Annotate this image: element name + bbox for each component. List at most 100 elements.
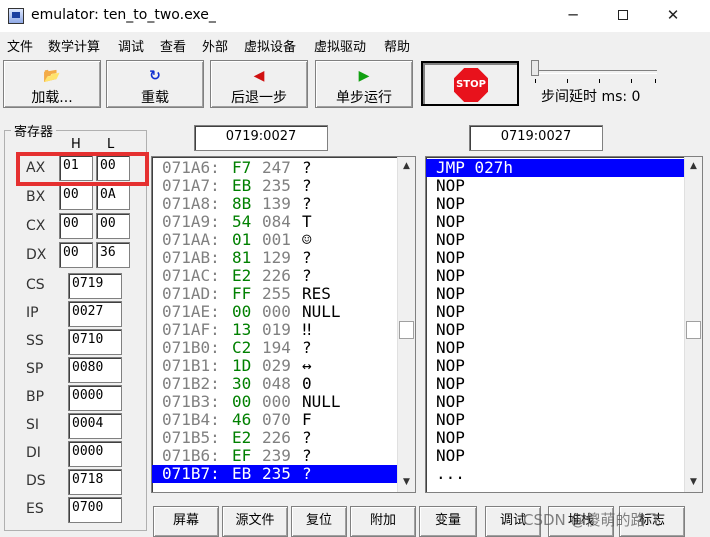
memory-row[interactable]: 071B4: 46 070 F: [152, 411, 398, 429]
disassembly-row[interactable]: NOP: [426, 393, 685, 411]
di-field[interactable]: 0000: [68, 441, 122, 467]
stop-button[interactable]: STOP: [421, 61, 519, 106]
disassembly-row[interactable]: NOP: [426, 321, 685, 339]
disassembly-row[interactable]: NOP: [426, 447, 685, 465]
dx-high-field[interactable]: 00: [59, 242, 93, 268]
memory-row[interactable]: 071B1: 1D 029 ↔: [152, 357, 398, 375]
load-button[interactable]: 📂 加载...: [3, 60, 101, 108]
disassembly-row[interactable]: NOP: [426, 177, 685, 195]
memory-address: 071B1:: [162, 356, 220, 375]
menu-file[interactable]: 文件: [7, 36, 33, 55]
emulator-app-icon: [8, 8, 24, 24]
single-step-button[interactable]: ▶ 单步运行: [315, 60, 413, 108]
maximize-button[interactable]: [600, 0, 646, 32]
memory-scrollbar[interactable]: ▲ ▼: [397, 157, 415, 492]
step-delay-slider-track[interactable]: [535, 70, 657, 74]
memory-row[interactable]: 071A6: F7 247?: [152, 159, 398, 177]
si-field[interactable]: 0004: [68, 413, 122, 439]
screen-button[interactable]: 屏幕: [153, 506, 219, 537]
bp-field[interactable]: 0000: [68, 385, 122, 411]
ds-field[interactable]: 0718: [68, 469, 122, 495]
menu-debug[interactable]: 调试: [118, 36, 144, 55]
disassembly-row[interactable]: NOP: [426, 357, 685, 375]
scroll-down-arrow-icon[interactable]: ▼: [398, 474, 415, 491]
memory-row[interactable]: 071B0: C2 194?: [152, 339, 398, 357]
memory-address: 071AC:: [162, 266, 220, 285]
cx-high-field[interactable]: 00: [59, 213, 93, 239]
memory-scroll-thumb[interactable]: [399, 321, 414, 339]
memory-row[interactable]: 071AB: 81 129?: [152, 249, 398, 267]
menu-virtual-devices[interactable]: 虚拟设备: [244, 36, 296, 55]
memory-row[interactable]: 071AA: 01 001 ☺: [152, 231, 398, 249]
memory-address: 071A9:: [162, 212, 220, 231]
menu-virtual-drivers[interactable]: 虚拟驱动: [314, 36, 366, 55]
memory-address: 071A7:: [162, 176, 220, 195]
memory-decimal-value: 139: [262, 194, 291, 213]
disassembly-row[interactable]: NOP: [426, 195, 685, 213]
disassembly-row[interactable]: NOP: [426, 303, 685, 321]
ip-field[interactable]: 0027: [68, 301, 122, 327]
memory-hex-value: E2: [232, 428, 252, 447]
menu-external[interactable]: 外部: [202, 36, 228, 55]
bx-high-field[interactable]: 00: [59, 184, 93, 210]
ss-field[interactable]: 0710: [68, 329, 122, 355]
sp-field[interactable]: 0080: [68, 357, 122, 383]
memory-row[interactable]: 071B5: E2 226?: [152, 429, 398, 447]
menu-math[interactable]: 数学计算: [48, 36, 100, 55]
memory-row[interactable]: 071AE: 00 000 NULL: [152, 303, 398, 321]
memory-row[interactable]: 071B7: EB 235?: [152, 465, 398, 483]
memory-address-input[interactable]: 0719:0027: [194, 125, 328, 151]
disassembly-row[interactable]: NOP: [426, 411, 685, 429]
step-delay-slider-thumb[interactable]: [531, 60, 539, 76]
step-delay-label: 步间延时 ms: 0: [541, 89, 641, 105]
reset-button[interactable]: 复位: [291, 506, 347, 537]
step-back-button[interactable]: ◀ 后退一步: [210, 60, 308, 108]
memory-row[interactable]: 071B3: 00 000 NULL: [152, 393, 398, 411]
scroll-up-arrow-icon[interactable]: ▲: [398, 158, 415, 175]
register-name-dx: DX: [26, 247, 47, 263]
memory-char-value: ↔: [302, 356, 312, 375]
close-button[interactable]: ✕: [650, 0, 696, 32]
disassembly-row[interactable]: NOP: [426, 249, 685, 267]
cs-field[interactable]: 0719: [68, 273, 122, 299]
memory-row[interactable]: 071A8: 8B 139?: [152, 195, 398, 213]
disassembly-listing[interactable]: JMP 027h NOP NOP NOP NOP NOP NOP NOP NOP NOP NOP NO…: [425, 156, 703, 493]
vars-button[interactable]: 变量: [419, 506, 477, 537]
memory-row[interactable]: 071AD: FF 255 RES: [152, 285, 398, 303]
memory-row[interactable]: 071B6: EF 239?: [152, 447, 398, 465]
disassembly-row[interactable]: JMP 027h: [426, 159, 685, 177]
source-button[interactable]: 源文件: [222, 506, 288, 537]
disassembly-row[interactable]: NOP: [426, 213, 685, 231]
memory-char-value: ?: [302, 194, 312, 213]
minimize-button[interactable]: ─: [550, 0, 596, 32]
disassembly-row[interactable]: NOP: [426, 339, 685, 357]
disassembly-row[interactable]: NOP: [426, 375, 685, 393]
disassembly-row[interactable]: ...: [426, 465, 685, 483]
es-field[interactable]: 0700: [68, 497, 122, 523]
memory-decimal-value: 029: [262, 356, 291, 375]
menu-help[interactable]: 帮助: [384, 36, 410, 55]
disasm-address-input[interactable]: 0719:0027: [469, 125, 603, 151]
scroll-up-arrow-icon[interactable]: ▲: [685, 158, 702, 175]
cx-low-field[interactable]: 00: [96, 213, 130, 239]
reload-button[interactable]: ↻ 重载: [106, 60, 204, 108]
memory-row[interactable]: 071A9: 54 084 T: [152, 213, 398, 231]
memory-address: 071B6:: [162, 446, 220, 465]
disassembly-row[interactable]: NOP: [426, 231, 685, 249]
memory-row[interactable]: 071B2: 30 048 0: [152, 375, 398, 393]
scroll-down-arrow-icon[interactable]: ▼: [685, 474, 702, 491]
disassembly-scroll-thumb[interactable]: [686, 321, 701, 339]
disassembly-scrollbar[interactable]: ▲ ▼: [684, 157, 702, 492]
dx-low-field[interactable]: 36: [96, 242, 130, 268]
disassembly-row[interactable]: NOP: [426, 267, 685, 285]
memory-char-value: ‼: [302, 320, 312, 339]
memory-row[interactable]: 071AF: 13 019 ‼: [152, 321, 398, 339]
memory-listing[interactable]: 071A6: F7 247? 071A7: EB 235? 071A8: 8B 139? 071A…: [151, 156, 416, 493]
disassembly-row[interactable]: NOP: [426, 285, 685, 303]
disassembly-row[interactable]: NOP: [426, 429, 685, 447]
bx-low-field[interactable]: 0A: [96, 184, 130, 210]
menu-view[interactable]: 查看: [160, 36, 186, 55]
aux-button[interactable]: 附加: [350, 506, 416, 537]
memory-row[interactable]: 071A7: EB 235?: [152, 177, 398, 195]
memory-row[interactable]: 071AC: E2 226?: [152, 267, 398, 285]
